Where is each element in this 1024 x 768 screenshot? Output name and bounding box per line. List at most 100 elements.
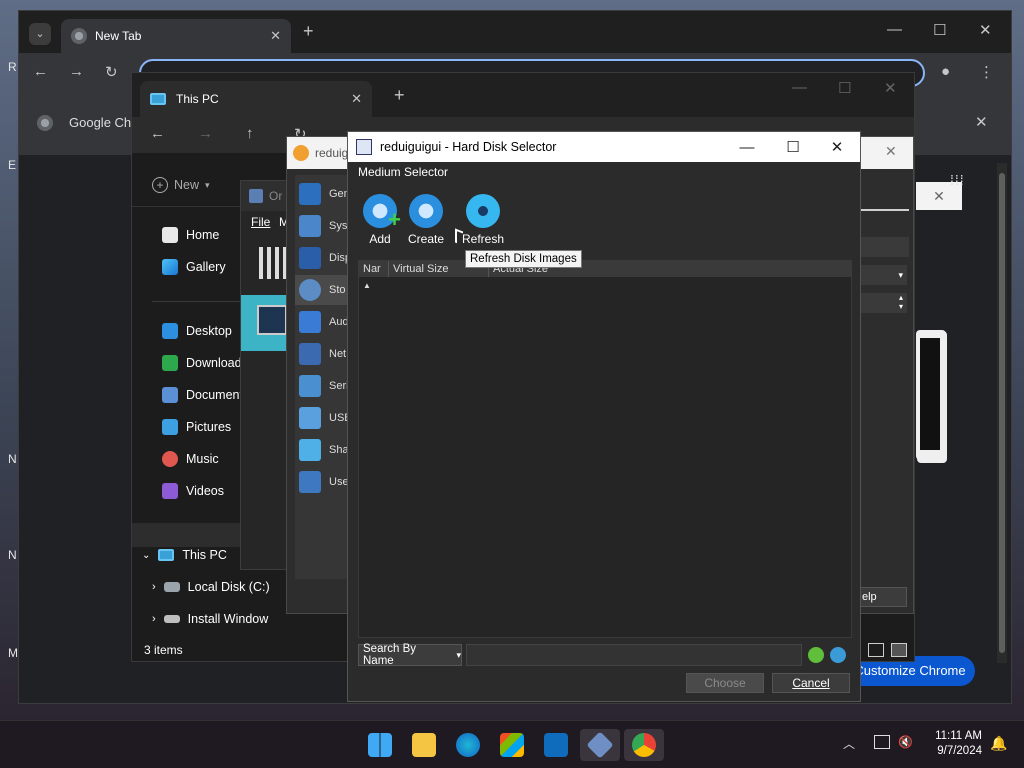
explorer-tab-this-pc[interactable]: This PC ✕ [140, 81, 372, 117]
sidebar-item-gallery[interactable]: Gallery [162, 255, 226, 279]
close-icon[interactable]: ✕ [975, 113, 988, 131]
close-icon[interactable]: ✕ [885, 143, 897, 160]
more-menu-icon[interactable]: ⋮ [979, 63, 994, 81]
settings-category-serial[interactable]: Seri [299, 371, 349, 401]
refresh-button[interactable]: Refresh [455, 194, 511, 246]
settings-field[interactable] [861, 237, 909, 257]
choose-button[interactable]: Choose [686, 673, 764, 693]
system-clock[interactable]: 11:11 AM 9/7/2024 [926, 729, 982, 759]
taskbar-chrome[interactable] [624, 729, 664, 761]
settings-category-audio[interactable]: Aud [299, 307, 349, 337]
sidebar-item-desktop[interactable]: Desktop [162, 319, 232, 343]
new-button[interactable]: + New ▾ [152, 177, 210, 193]
tree-item-this-pc[interactable]: ⌄ This PC [142, 543, 227, 567]
settings-spinbox[interactable]: ▴ ▾ [861, 293, 907, 313]
settings-category-network[interactable]: Net [299, 339, 349, 369]
new-tab-plus-icon[interactable]: + [394, 85, 405, 106]
sidebar-item-label: Desktop [186, 324, 232, 338]
sidebar-item-home[interactable]: Home [162, 223, 219, 247]
menu-file[interactable]: File [251, 215, 270, 229]
maximize-icon[interactable]: ☐ [838, 79, 851, 97]
create-button[interactable]: Create [398, 194, 454, 246]
google-icon [37, 115, 53, 131]
category-label: USB [329, 412, 349, 424]
search-input[interactable] [466, 644, 802, 666]
vbox-manager-title: Or [269, 189, 283, 203]
profile-icon[interactable]: ● [941, 63, 950, 80]
search-next-icon[interactable] [830, 647, 846, 663]
scrollbar-thumb[interactable] [999, 173, 1005, 653]
outlook-icon [544, 733, 568, 757]
taskbar-outlook[interactable] [536, 729, 576, 761]
settings-dropdown[interactable]: ▾ [861, 265, 907, 285]
medium-table[interactable]: Nar ▲ Virtual Size Actual Size [358, 260, 852, 638]
column-header-name[interactable]: Nar ▲ [359, 261, 389, 290]
sidebar-item-documents[interactable]: Documents [162, 383, 249, 407]
volume-muted-icon[interactable]: 🔇 [898, 735, 913, 749]
minimize-icon[interactable]: — [887, 21, 902, 38]
taskbar-edge[interactable] [448, 729, 488, 761]
detail-view-icon[interactable] [868, 643, 884, 657]
close-icon[interactable]: ✕ [884, 79, 897, 97]
menu-medium-selector[interactable]: Medium Selector [348, 162, 860, 182]
taskbar-virtualbox[interactable] [580, 729, 620, 761]
sidebar-item-videos[interactable]: Videos [162, 479, 224, 503]
forward-arrow-icon[interactable]: → [198, 125, 213, 142]
settings-category-usb[interactable]: USB [299, 403, 349, 433]
cancel-button[interactable]: Cancel [772, 673, 850, 693]
settings-category-storage[interactable]: Sto [295, 275, 349, 305]
sidebar-item-music[interactable]: Music [162, 447, 219, 471]
reload-icon[interactable]: ↻ [105, 63, 118, 81]
sidebar-item-downloads[interactable]: Downloads [162, 351, 248, 375]
back-arrow-icon[interactable]: ← [33, 63, 48, 80]
settings-title: reduig [315, 146, 349, 160]
up-arrow-icon[interactable]: ↑ [246, 125, 254, 142]
minimize-icon[interactable]: — [724, 132, 770, 162]
taskbar-store[interactable] [492, 729, 532, 761]
gallery-icon [162, 259, 178, 275]
windows-icon [368, 733, 392, 757]
sidebar-item-pictures[interactable]: Pictures [162, 415, 231, 439]
tab-search-chevron-icon[interactable]: ⌄ [29, 23, 51, 45]
tree-item-label: Local Disk (C:) [187, 580, 270, 594]
start-button[interactable] [360, 729, 400, 761]
settings-category-list: Gen Sys Disp Sto Aud Net Seri USB Sha Us… [295, 175, 349, 579]
new-tab-plus-icon[interactable]: + [303, 21, 314, 42]
search-previous-icon[interactable] [808, 647, 824, 663]
maximize-icon[interactable]: ☐ [933, 21, 946, 39]
network-icon[interactable] [874, 735, 890, 749]
tile-view-icon[interactable] [891, 643, 907, 657]
close-icon[interactable]: ✕ [814, 132, 860, 162]
settings-category-shared[interactable]: Sha [299, 435, 349, 465]
back-arrow-icon[interactable]: ← [150, 125, 165, 142]
close-icon[interactable]: ✕ [351, 91, 362, 107]
close-icon[interactable]: ✕ [979, 21, 992, 39]
settings-category-general[interactable]: Gen [299, 179, 349, 209]
chrome-tab-new-tab[interactable]: New Tab ✕ [61, 19, 291, 53]
settings-category-system[interactable]: Sys [299, 211, 349, 241]
storage-icon [299, 279, 321, 301]
tree-item-install-window[interactable]: › Install Window [152, 607, 268, 631]
serial-port-icon [299, 375, 321, 397]
search-mode-label: Search By Name [363, 643, 417, 667]
maximize-icon[interactable]: ☐ [770, 132, 816, 162]
tab-underline [861, 209, 909, 211]
help-button[interactable]: elp [859, 587, 907, 607]
close-icon[interactable]: ✕ [270, 28, 281, 44]
notification-bell-icon[interactable]: 🔔 [990, 735, 1007, 752]
explorer-titlebar: This PC ✕ + — ☐ ✕ [132, 73, 914, 117]
taskbar-file-explorer[interactable] [404, 729, 444, 761]
forward-arrow-icon[interactable]: → [69, 63, 84, 80]
chrome-scrollbar[interactable] [997, 163, 1007, 663]
settings-category-user-interface[interactable]: Use [299, 467, 349, 497]
minimize-icon[interactable]: — [792, 79, 807, 96]
desktop-icon-label: N [8, 548, 17, 562]
chevron-up-icon[interactable]: ︿ [843, 735, 855, 752]
documents-icon [162, 387, 178, 403]
apps-grid-icon[interactable]: ⁞⁞⁞ [950, 172, 965, 188]
tree-item-local-disk[interactable]: › Local Disk (C:) [152, 575, 270, 599]
search-mode-select[interactable]: Search By Name ▾ [358, 643, 462, 667]
tools-icon[interactable] [259, 247, 289, 279]
taskbar: ︿ 🔇 11:11 AM 9/7/2024 🔔 [0, 720, 1024, 768]
settings-category-display[interactable]: Disp [299, 243, 349, 273]
